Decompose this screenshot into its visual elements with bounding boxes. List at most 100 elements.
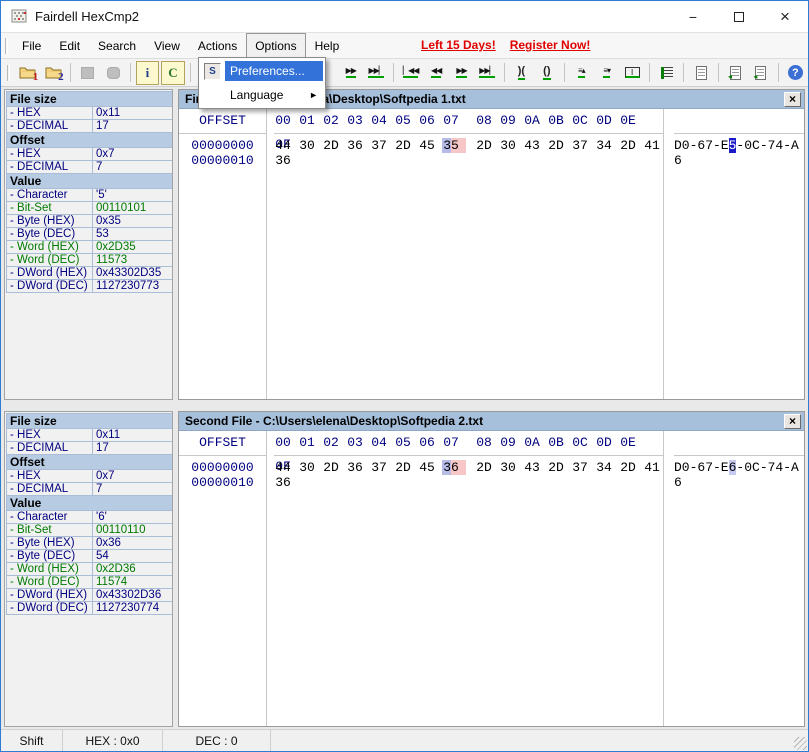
hex-byte[interactable]: 2D: [322, 460, 340, 475]
hex-byte[interactable]: 36: [274, 475, 292, 490]
hex-col-header: 0B: [547, 431, 565, 455]
folder-1-icon: 1: [19, 66, 36, 80]
compare-toggle-button[interactable]: C: [161, 61, 184, 85]
menu-options[interactable]: Options: [246, 33, 305, 59]
hex-byte[interactable]: 35: [442, 138, 466, 153]
horizontal-splitter[interactable]: [4, 400, 805, 411]
hex-byte[interactable]: 36: [346, 138, 364, 153]
hex-byte[interactable]: 44: [274, 138, 292, 153]
first-file-close-button[interactable]: ×: [784, 92, 801, 107]
menu-view[interactable]: View: [145, 33, 189, 59]
maximize-button[interactable]: [716, 1, 762, 32]
hex-byte[interactable]: 37: [370, 138, 388, 153]
expand-block-button[interactable]: (): [535, 61, 558, 85]
export-file-2-button[interactable]: ◂: [749, 61, 772, 85]
ascii-line[interactable]: 6: [674, 475, 804, 490]
align-top-button[interactable]: ≡▴: [570, 61, 593, 85]
hex-byte[interactable]: 30: [499, 460, 517, 475]
hex-byte[interactable]: 43: [523, 138, 541, 153]
menu-search[interactable]: Search: [89, 33, 145, 59]
hex-byte[interactable]: 34: [595, 460, 613, 475]
open-file-1-button[interactable]: 1: [16, 61, 39, 85]
hex-byte[interactable]: 30: [499, 138, 517, 153]
hex-byte[interactable]: 45: [418, 460, 436, 475]
hex-byte[interactable]: 2D: [394, 138, 412, 153]
ascii-line[interactable]: 6: [674, 153, 804, 168]
hex-byte[interactable]: 2D: [394, 460, 412, 475]
info-value: 53: [93, 228, 173, 241]
save-file-2-button[interactable]: [101, 61, 124, 85]
resize-grip-icon[interactable]: [794, 737, 807, 750]
export-file-1-button[interactable]: ◂: [724, 61, 747, 85]
next-difference-icon: ▶▶: [346, 67, 356, 78]
hex-byte[interactable]: 41: [643, 138, 661, 153]
ascii-text: -0C-74-A: [736, 138, 798, 153]
menu-item-preferences[interactable]: S Preferences...: [200, 59, 324, 83]
hex-byte[interactable]: 37: [571, 460, 589, 475]
close-button[interactable]: ×: [762, 1, 808, 32]
box-cursor-icon: I: [625, 67, 640, 78]
hex-byte[interactable]: 37: [571, 138, 589, 153]
hex-byte[interactable]: 45: [418, 138, 436, 153]
info-label: - Bit-Set: [7, 524, 93, 537]
next-position-button[interactable]: ▶▶: [450, 61, 473, 85]
hex-byte[interactable]: 37: [370, 460, 388, 475]
select-block-button[interactable]: I: [620, 61, 643, 85]
info-label: - Byte (HEX): [7, 537, 93, 550]
align-bottom-button[interactable]: ≡▾: [595, 61, 618, 85]
close-x-icon: ×: [789, 415, 796, 427]
menubar-grip: [5, 38, 8, 54]
save-round-icon: [107, 67, 120, 79]
hex-byte[interactable]: 2D: [475, 460, 493, 475]
preferences-icon: S: [200, 63, 225, 80]
info-row: - Word (DEC)11574: [7, 576, 173, 589]
hex-byte[interactable]: 34: [595, 138, 613, 153]
hex-column[interactable]: 000102030405060708090A0B0C0D0E0F 44302D3…: [267, 109, 664, 399]
collapse-block-button[interactable]: )(: [510, 61, 533, 85]
ascii-line[interactable]: D0-67-E6-0C-74-A: [674, 460, 804, 475]
help-button[interactable]: ?: [784, 61, 807, 85]
hex-byte[interactable]: 2D: [547, 138, 565, 153]
register-now-link[interactable]: Register Now!: [510, 38, 591, 52]
hex-column[interactable]: 000102030405060708090A0B0C0D0E0F 44302D3…: [267, 431, 664, 726]
hex-byte[interactable]: 41: [643, 460, 661, 475]
hex-byte[interactable]: 2D: [619, 138, 637, 153]
hex-byte[interactable]: 30: [298, 138, 316, 153]
info-panel-toggle-button[interactable]: i: [136, 61, 159, 85]
menu-edit[interactable]: Edit: [50, 33, 89, 59]
hex-byte[interactable]: 36: [274, 153, 292, 168]
open-file-2-button[interactable]: 2: [41, 61, 64, 85]
prev-position-button[interactable]: ◀◀: [424, 61, 447, 85]
last-difference-button[interactable]: ▶▶▏: [365, 61, 388, 85]
hex-byte[interactable]: 2D: [475, 138, 493, 153]
line-mode-button[interactable]: [655, 61, 678, 85]
last-position-button[interactable]: ▶▶▏: [475, 61, 498, 85]
save-file-1-button[interactable]: [76, 61, 99, 85]
info-row: - DECIMAL17: [7, 120, 173, 133]
second-file-close-button[interactable]: ×: [784, 414, 801, 429]
ascii-column[interactable]: D0-67-E6-0C-74-A6: [664, 431, 804, 726]
hex-col-header: 0C: [571, 431, 589, 455]
hex-byte[interactable]: 2D: [547, 460, 565, 475]
menu-actions[interactable]: Actions: [189, 33, 246, 59]
info-label: - DWord (DEC): [7, 602, 93, 615]
hex-byte[interactable]: 36: [442, 460, 466, 475]
report-button[interactable]: [689, 61, 712, 85]
ascii-line[interactable]: D0-67-E5-0C-74-A: [674, 138, 804, 153]
hex-col-header: 01: [298, 109, 316, 133]
hex-byte[interactable]: 2D: [619, 460, 637, 475]
ascii-column[interactable]: D0-67-E5-0C-74-A6: [664, 109, 804, 399]
hex-byte[interactable]: 2D: [322, 138, 340, 153]
next-difference-button[interactable]: ▶▶: [339, 61, 362, 85]
hex-byte[interactable]: 30: [298, 460, 316, 475]
first-position-button[interactable]: ▏◀◀: [399, 61, 422, 85]
hex-byte[interactable]: 43: [523, 460, 541, 475]
info-label: - HEX: [7, 107, 93, 120]
ascii-header: [674, 109, 804, 134]
minimize-button[interactable]: −: [670, 1, 716, 32]
menu-file[interactable]: File: [13, 33, 50, 59]
menu-help[interactable]: Help: [306, 33, 349, 59]
menu-item-language[interactable]: Language ►: [200, 83, 324, 107]
hex-byte[interactable]: 44: [274, 460, 292, 475]
hex-byte[interactable]: 36: [346, 460, 364, 475]
